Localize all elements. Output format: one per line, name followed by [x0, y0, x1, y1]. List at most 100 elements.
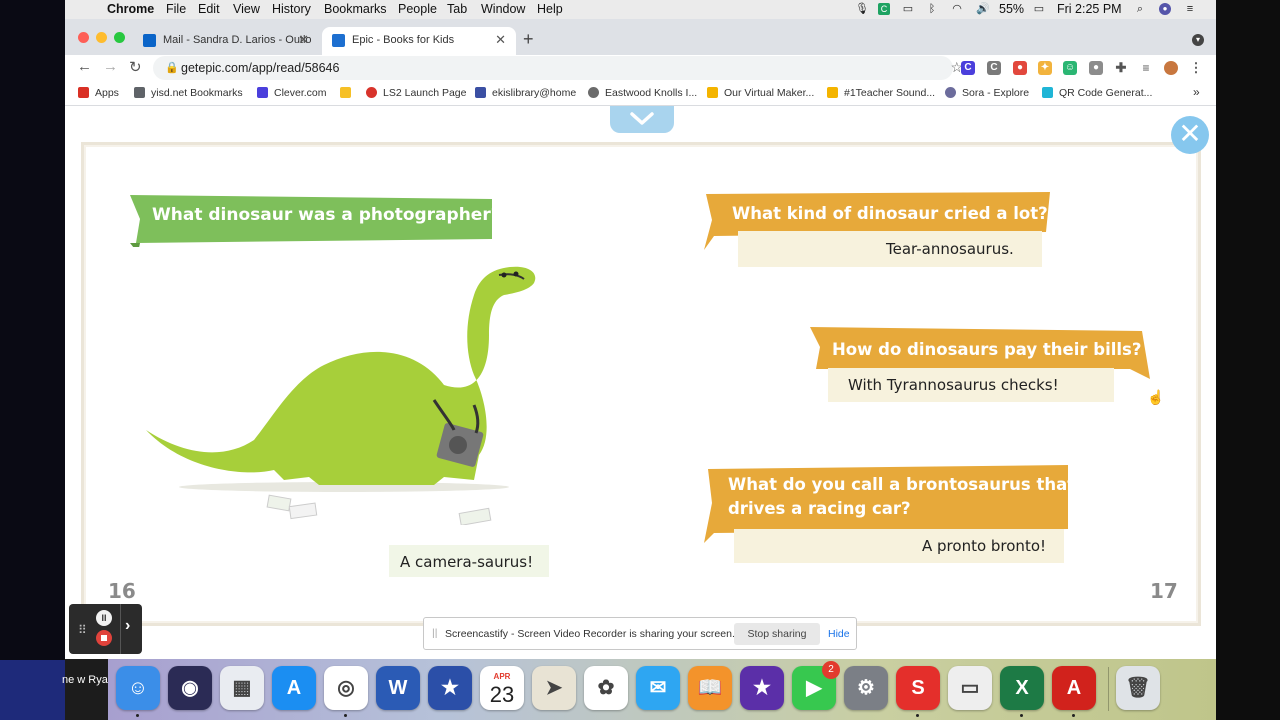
airplay-icon[interactable]: ▭: [902, 3, 914, 15]
bookmark-ls2[interactable]: LS2 Launch Page: [366, 87, 467, 99]
menu-bookmarks[interactable]: Bookmarks: [324, 2, 387, 16]
dock-keynote-icon[interactable]: ▦: [220, 666, 264, 710]
dock-photos-icon[interactable]: ✿: [584, 666, 628, 710]
clever-extension-icon[interactable]: C: [961, 61, 975, 75]
bookmark-label: QR Code Generat...: [1059, 87, 1153, 99]
window-close-button[interactable]: [78, 32, 89, 43]
bookmark-teacher-sound[interactable]: #1Teacher Sound...: [827, 87, 935, 99]
menu-people[interactable]: People: [398, 2, 437, 16]
bookmark-apps[interactable]: Apps: [78, 87, 119, 99]
dock-preview-icon[interactable]: ▭: [948, 666, 992, 710]
user-avatar-icon[interactable]: ●: [1159, 3, 1171, 15]
tab-search-icon[interactable]: ▾: [1192, 34, 1204, 46]
mouse-pointer-icon: ☝: [1147, 389, 1165, 405]
red-extension-icon[interactable]: ●: [1013, 61, 1027, 75]
menu-help[interactable]: Help: [537, 2, 563, 16]
microphone-icon[interactable]: 🎙: [855, 3, 869, 15]
dock-acrobat-icon[interactable]: A: [1052, 666, 1096, 710]
party-extension-icon[interactable]: ✦: [1038, 61, 1052, 75]
notification-center-icon[interactable]: ≡: [1184, 3, 1196, 15]
dock-texas-icon[interactable]: ★: [428, 666, 472, 710]
menu-view[interactable]: View: [233, 2, 260, 16]
menu-edit[interactable]: Edit: [198, 2, 220, 16]
menu-history[interactable]: History: [272, 2, 311, 16]
stop-recording-button[interactable]: [96, 630, 112, 646]
dock-app-store-icon[interactable]: A: [272, 666, 316, 710]
bookmark-sora[interactable]: Sora - Explore: [945, 87, 1029, 99]
menu-window[interactable]: Window: [481, 2, 525, 16]
extension-c-icon[interactable]: C: [987, 61, 1001, 75]
tab-epic[interactable]: Epic - Books for Kids ✕: [322, 27, 516, 55]
back-button[interactable]: ←: [77, 58, 92, 75]
reload-button[interactable]: ↻: [129, 58, 142, 76]
dock-siri-icon[interactable]: ◉: [168, 666, 212, 710]
pause-recording-button[interactable]: II: [96, 610, 112, 626]
dock-screencastify-icon[interactable]: S: [896, 666, 940, 710]
profile-avatar[interactable]: [1164, 61, 1178, 75]
classroom-extension-icon[interactable]: C: [878, 3, 890, 15]
background-window-label: ne w Rya: [62, 674, 108, 686]
bookmark-yisd[interactable]: yisd.net Bookmarks: [134, 87, 243, 99]
menu-app-name[interactable]: Chrome: [107, 2, 154, 16]
drag-handle-icon[interactable]: ||: [432, 627, 437, 639]
close-icon: ✕: [1178, 118, 1202, 149]
menu-file[interactable]: File: [166, 2, 186, 16]
dock-finder-icon[interactable]: ☺: [116, 666, 160, 710]
close-book-button[interactable]: ✕: [1171, 116, 1209, 154]
gray-extension-icon[interactable]: ●: [1089, 61, 1103, 75]
reader-toolbar-toggle[interactable]: [610, 106, 674, 133]
window-zoom-button[interactable]: [114, 32, 125, 43]
lock-icon[interactable]: 🔒: [165, 61, 179, 74]
tab-outlook[interactable]: Mail - Sandra D. Larios - Outlo ✕: [133, 27, 319, 55]
volume-icon[interactable]: 🔊: [975, 3, 991, 15]
mac-menu-bar: Chrome File Edit View History Bookmarks …: [65, 0, 1216, 19]
divider: [120, 604, 121, 654]
chevron-right-icon[interactable]: ›: [125, 617, 130, 635]
tab-close-icon[interactable]: ✕: [495, 32, 506, 48]
dock-calendar-icon[interactable]: APR 23: [480, 666, 524, 710]
dock-books-icon[interactable]: 📖: [688, 666, 732, 710]
tab-close-icon[interactable]: ✕: [298, 32, 309, 48]
dock-messages-icon[interactable]: ✉: [636, 666, 680, 710]
bookmarks-bar: Apps yisd.net Bookmarks Clever.com LS2 L…: [65, 82, 1216, 106]
joke-question-text: How do dinosaurs pay their bills?: [832, 340, 1142, 359]
stop-sharing-button[interactable]: Stop sharing: [734, 623, 820, 645]
bluetooth-icon[interactable]: ᛒ: [926, 3, 938, 15]
battery-icon[interactable]: ▭: [1030, 3, 1048, 15]
spotlight-search-icon[interactable]: ⌕: [1134, 3, 1146, 15]
screen-sharing-notification: || Screencastify - Screen Video Recorder…: [423, 617, 857, 650]
reading-list-icon[interactable]: ≡: [1139, 61, 1153, 75]
joke-answer-text: A camera-saurus!: [400, 553, 534, 571]
bookmark-virtual-maker[interactable]: Our Virtual Maker...: [707, 87, 814, 99]
dock-word-icon[interactable]: W: [376, 666, 420, 710]
dock-chrome-icon[interactable]: ◎: [324, 666, 368, 710]
bookmark-eastwood[interactable]: Eastwood Knolls I...: [588, 87, 697, 99]
chrome-menu-icon[interactable]: ⋮: [1189, 61, 1203, 75]
bookmark-ekislibrary[interactable]: ekislibrary@home: [475, 87, 576, 99]
dock-imovie-icon[interactable]: ★: [740, 666, 784, 710]
chevron-down-icon: [630, 112, 654, 125]
green-extension-icon[interactable]: ☺: [1063, 61, 1077, 75]
bookmark-yellow[interactable]: [340, 87, 357, 99]
address-bar[interactable]: 🔒 getepic.com/app/read/58646 ☆: [153, 56, 963, 80]
dock-system-preferences-icon[interactable]: ⚙: [844, 666, 888, 710]
hide-link[interactable]: Hide: [828, 628, 850, 640]
menu-clock[interactable]: Fri 2:25 PM: [1057, 2, 1122, 16]
address-url[interactable]: getepic.com/app/read/58646: [181, 61, 339, 75]
bookmark-clever[interactable]: Clever.com: [257, 87, 327, 99]
dock-maps-icon[interactable]: ➤: [532, 666, 576, 710]
bookmark-qr-code[interactable]: QR Code Generat...: [1042, 87, 1152, 99]
dock-trash-icon[interactable]: 🗑: [1116, 666, 1160, 710]
running-indicator: [344, 714, 347, 717]
wifi-icon[interactable]: ◠: [949, 3, 965, 15]
bookmarks-overflow-icon[interactable]: »: [1193, 85, 1200, 99]
bookmark-label: ekislibrary@home: [492, 87, 577, 99]
drag-handle-icon[interactable]: ⠿: [78, 623, 87, 637]
menu-tab[interactable]: Tab: [447, 2, 467, 16]
extensions-puzzle-icon[interactable]: ✚: [1114, 61, 1128, 75]
window-minimize-button[interactable]: [96, 32, 107, 43]
forward-button[interactable]: →: [103, 58, 118, 75]
dock-excel-icon[interactable]: X: [1000, 666, 1044, 710]
new-tab-button[interactable]: +: [523, 29, 534, 50]
book-spread: What dinosaur was a photographer? A came…: [81, 142, 1201, 626]
